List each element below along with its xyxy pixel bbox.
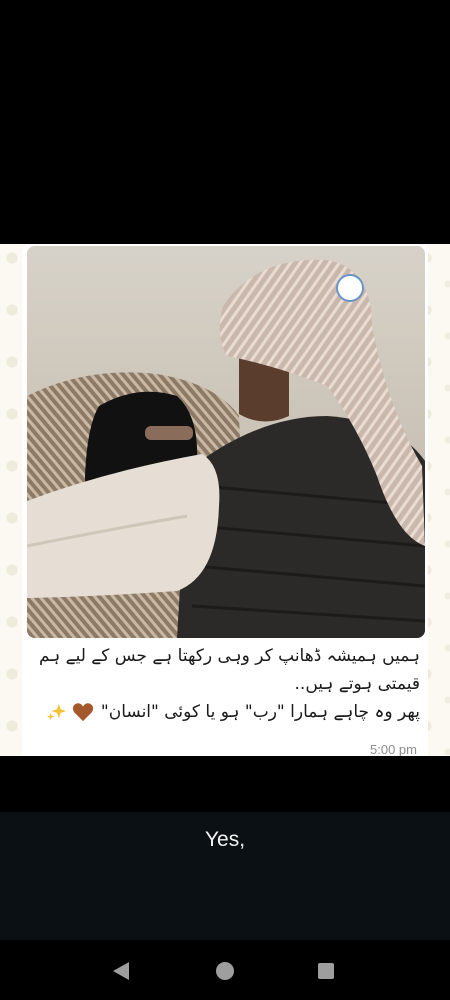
message-timestamp: 5:00 pm bbox=[370, 742, 417, 756]
top-letterbox bbox=[0, 0, 450, 244]
view-once-icon bbox=[336, 274, 364, 302]
message-photo[interactable] bbox=[27, 246, 425, 638]
caption-line: قیمتی ہوتے ہیں.. bbox=[294, 674, 420, 694]
chat-message-area: ہمیں ہمیشہ ڈھانپ کر وہی رکھتا ہے جس کے ل… bbox=[0, 244, 450, 756]
system-nav-bar bbox=[0, 940, 450, 1000]
caption-line: پھر وہ چاہے ہمارا "رب" ہو یا کوئی "انسان… bbox=[100, 702, 420, 722]
recents-icon[interactable] bbox=[314, 960, 338, 982]
reply-panel: Yes, bbox=[0, 812, 450, 940]
sparkles-icon bbox=[46, 703, 66, 721]
brown-heart-icon bbox=[72, 703, 93, 722]
home-icon[interactable] bbox=[213, 960, 237, 982]
photo-illustration bbox=[27, 246, 425, 638]
reply-text[interactable]: Yes, bbox=[0, 828, 450, 852]
message-caption: ہمیں ہمیشہ ڈھانپ کر وہی رکھتا ہے جس کے ل… bbox=[34, 642, 420, 726]
caption-line-with-emoji: پھر وہ چاہے ہمارا "رب" ہو یا کوئی "انسان… bbox=[34, 698, 420, 726]
mid-letterbox bbox=[0, 756, 450, 812]
back-icon[interactable] bbox=[109, 960, 133, 982]
caption-line: ہمیں ہمیشہ ڈھانپ کر وہی رکھتا ہے جس کے ل… bbox=[38, 646, 420, 666]
